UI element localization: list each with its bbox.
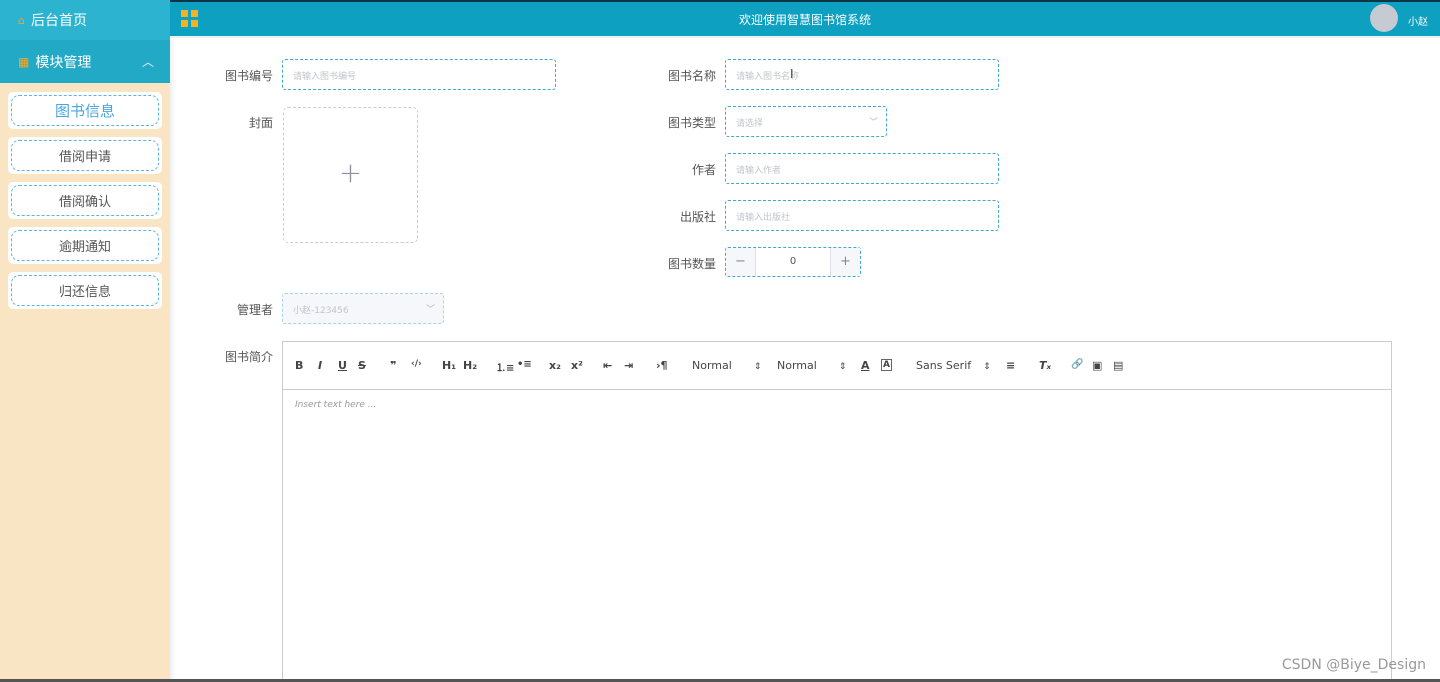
text-direction-button[interactable]: ›¶ [656, 359, 668, 372]
video-button[interactable]: ▤ [1113, 359, 1123, 372]
plus-icon: + [338, 156, 363, 189]
subscript-button[interactable]: x₂ [549, 359, 561, 372]
superscript-button[interactable]: x² [571, 359, 583, 372]
book-type-label: 图书类型 [667, 116, 716, 130]
module-grid-icon: ▦ [18, 54, 30, 69]
align-button[interactable]: ≡ [1006, 359, 1015, 372]
sidebar-item-overdue-notice[interactable]: 逾期通知 [8, 227, 162, 264]
code-block-button[interactable]: ‹/› [411, 359, 422, 369]
sidebar-item-label: 逾期通知 [58, 240, 111, 255]
strike-button[interactable]: S [358, 359, 366, 372]
author-input[interactable]: 请输入作者 [725, 153, 999, 184]
author-placeholder: 请输入作者 [736, 166, 782, 176]
clean-format-button[interactable]: Tₓ [1039, 359, 1051, 372]
sidebar-home-label: 后台首页 [30, 13, 87, 29]
sidebar-item-borrow-confirm[interactable]: 借阅确认 [8, 182, 162, 219]
header-select-value: Normal [777, 359, 817, 372]
book-type-select[interactable]: 请选择 ﹀ [725, 106, 887, 137]
cover-label: 封面 [248, 116, 273, 130]
publisher-label: 出版社 [679, 210, 716, 224]
sidebar-item-book-info[interactable]: 图书信息 [8, 92, 162, 129]
book-name-label: 图书名称 [667, 69, 716, 83]
sidebar-module-toggle[interactable]: ▦ 模块管理 ︿ [0, 40, 170, 83]
bold-button[interactable]: B [295, 359, 303, 372]
book-name-input[interactable]: 请输入图书名称 [725, 59, 999, 90]
image-button[interactable]: ▣ [1092, 359, 1102, 372]
bullet-list-button[interactable]: •≡ [517, 359, 532, 370]
user-name[interactable]: 小赵 [1408, 13, 1428, 28]
sidebar-item-label: 借阅确认 [58, 195, 111, 210]
blockquote-button[interactable]: ❞ [390, 359, 396, 372]
outdent-button[interactable]: ⇤ [603, 359, 612, 372]
size-select[interactable]: Normal ⇕ [692, 359, 761, 372]
home-icon: ⌂ [18, 13, 25, 27]
chevron-up-icon: ︿ [141, 55, 154, 69]
sidebar-submenu: 图书信息 借阅申请 借阅确认 逾期通知 归还信息 [0, 83, 170, 309]
quantity-decrease-button[interactable]: − [726, 248, 756, 276]
background-color-button[interactable]: A [881, 359, 892, 371]
quantity-increase-button[interactable]: + [830, 248, 860, 276]
select-arrows-icon: ⇕ [838, 362, 847, 372]
sidebar: ⌂ 后台首页 ▦ 模块管理 ︿ 图书信息 借阅申请 借阅确认 逾期通知 归还信息 [0, 0, 170, 682]
quantity-stepper: − 0 + [725, 247, 861, 277]
book-no-input[interactable]: 请输入图书编号 [282, 59, 556, 90]
watermark: CSDN @Biye_Design [1281, 657, 1426, 673]
select-arrows-icon: ⇕ [753, 362, 762, 372]
manager-select: 小赵-123456 ﹀ [282, 293, 444, 324]
ordered-list-button[interactable]: ⒈≡ [496, 359, 514, 374]
sidebar-item-label: 归还信息 [58, 285, 111, 300]
book-type-placeholder: 请选择 [736, 119, 764, 129]
manager-value: 小赵-123456 [293, 306, 349, 316]
avatar[interactable] [1370, 4, 1398, 32]
sidebar-item-label: 借阅申请 [58, 150, 111, 165]
sidebar-item-borrow-request[interactable]: 借阅申请 [8, 137, 162, 174]
page-title: 欢迎使用智慧图书馆系统 [738, 13, 871, 27]
size-select-value: Normal [692, 359, 732, 372]
editor-placeholder: Insert text here ... [295, 400, 377, 410]
indent-button[interactable]: ⇥ [624, 359, 633, 372]
italic-button[interactable]: I [318, 359, 322, 372]
cover-upload[interactable]: + [283, 107, 418, 243]
header-select[interactable]: Normal ⇕ [777, 359, 846, 372]
book-no-placeholder: 请输入图书编号 [293, 72, 357, 82]
publisher-placeholder: 请输入出版社 [736, 213, 791, 223]
publisher-input[interactable]: 请输入出版社 [725, 200, 999, 231]
font-select[interactable]: Sans Serif ⇕ [916, 359, 991, 372]
quantity-value[interactable]: 0 [756, 256, 830, 267]
sidebar-home[interactable]: ⌂ 后台首页 [0, 0, 170, 40]
top-header: 欢迎使用智慧图书馆系统 小赵 [170, 0, 1440, 38]
quantity-label: 图书数量 [667, 257, 716, 271]
link-button[interactable]: 🔗 [1071, 359, 1083, 370]
sidebar-item-return-info[interactable]: 归还信息 [8, 272, 162, 309]
book-no-label: 图书编号 [224, 69, 273, 83]
chevron-down-icon: ﹀ [868, 118, 878, 128]
font-color-button[interactable]: A [861, 359, 870, 372]
content-edge [170, 40, 176, 682]
manager-label: 管理者 [236, 303, 273, 317]
select-arrows-icon: ⇕ [983, 362, 991, 372]
editor-toolbar: B I U S ❞ ‹/› H₁ H₂ ⒈≡ •≡ x₂ x² ⇤ ⇥ ›¶ N… [283, 342, 1391, 390]
header-1-button[interactable]: H₁ [442, 359, 456, 372]
sidebar-module-label: 模块管理 [35, 54, 92, 71]
header-2-button[interactable]: H₂ [463, 359, 477, 372]
rich-text-editor: B I U S ❞ ‹/› H₁ H₂ ⒈≡ •≡ x₂ x² ⇤ ⇥ ›¶ N… [282, 341, 1392, 682]
font-select-value: Sans Serif [916, 359, 972, 372]
chevron-down-icon: ﹀ [425, 305, 435, 315]
underline-button[interactable]: U [338, 359, 347, 372]
sidebar-item-label: 图书信息 [54, 102, 115, 120]
text-cursor-icon: I [790, 67, 794, 81]
author-label: 作者 [691, 163, 716, 177]
intro-label: 图书简介 [224, 350, 273, 364]
